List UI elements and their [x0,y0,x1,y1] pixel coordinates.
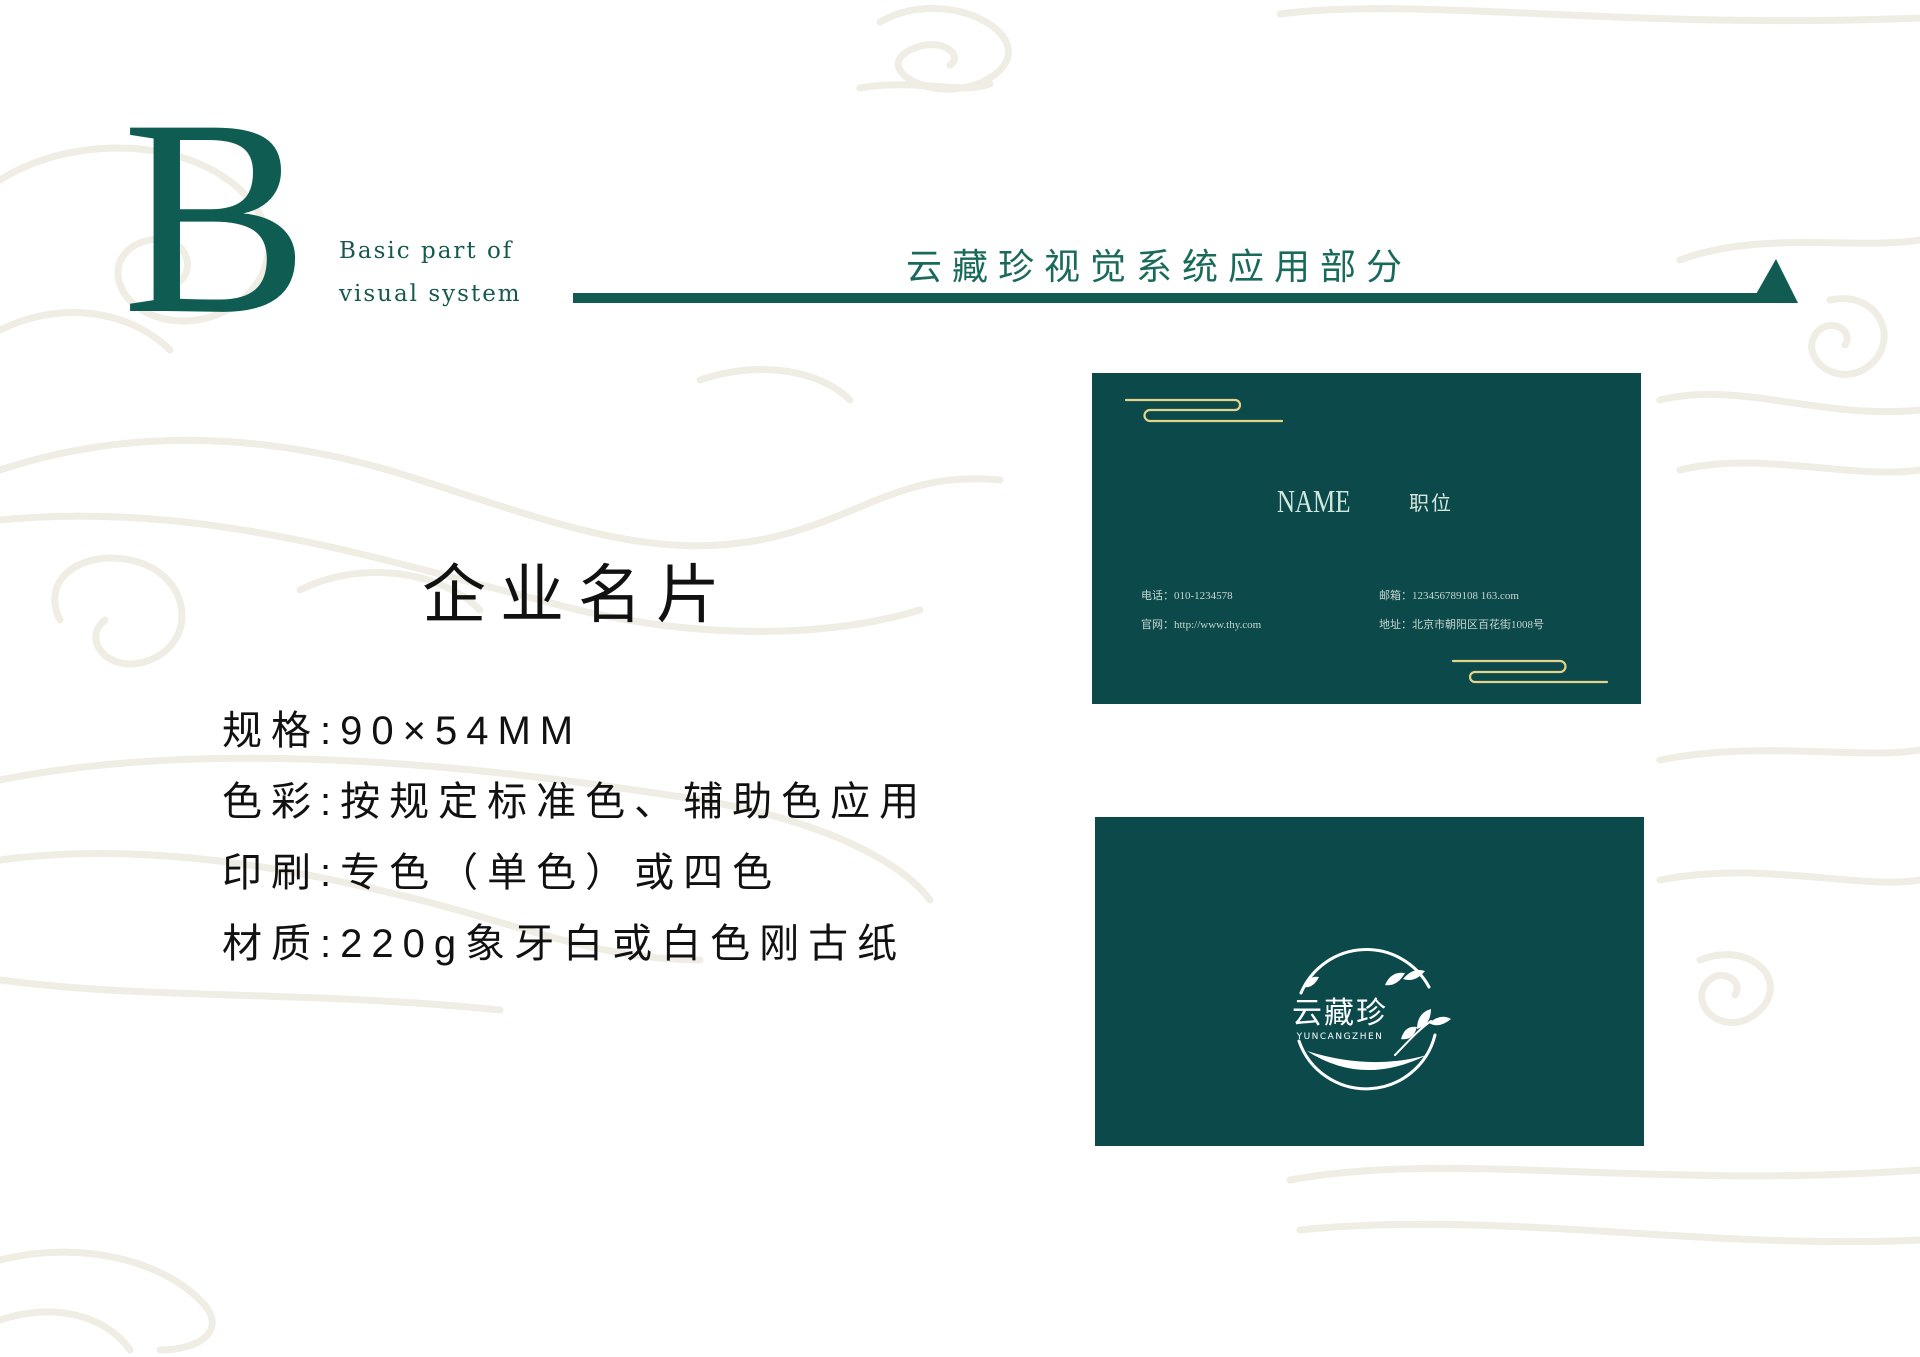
logo-english-name: YUNCANGZHEN [1296,1032,1384,1042]
leaf-icon [1429,1016,1451,1026]
section-letter: B [122,61,309,372]
header-rule [573,293,1763,303]
subtitle-line-2: visual system [339,281,522,307]
leaf-icon [1385,972,1405,986]
gold-line-decoration [1124,398,1609,684]
vi-manual-page: B Basic part of visual system 云藏珍视觉系统应用部… [0,0,1920,1357]
card-phone: 电话：010-1234578 [1141,590,1233,602]
logo-stem [1394,1020,1432,1056]
section-title: 云藏珍视觉系统应用部分 [906,247,1413,288]
card-website: 官网：http://www.thy.com [1141,619,1262,631]
logo-chinese-name: 云藏珍 [1292,996,1388,1031]
spec-printing: 印刷:专色（单色）或四色 [222,851,782,895]
spec-size: 规格:90×54MM [222,709,583,753]
spec-color: 色彩:按规定标准色、辅助色应用 [222,780,929,824]
business-card-front: NAME 职位 电话：010-1234578 官网：http://www.thy… [1092,373,1641,704]
triangle-marker-icon [1751,259,1798,303]
page-title: 企业名片 [422,559,734,633]
spec-material: 材质:220g象牙白或白色刚古纸 [222,922,907,966]
spec-list: 规格:90×54MM 色彩:按规定标准色、辅助色应用 印刷:专色（单色）或四色 … [222,696,928,980]
logo-top-arc [1299,948,1431,995]
card-email: 邮箱：123456789108 163.com [1379,590,1519,602]
business-card-back: 云藏珍 YUNCANGZHEN [1095,817,1644,1146]
logo-swoosh [1307,1051,1427,1071]
subtitle-line-1: Basic part of [339,238,514,264]
brand-logo: 云藏珍 YUNCANGZHEN [1292,948,1451,1091]
card-address: 地址：北京市朝阳区百花街1008号 [1379,619,1544,631]
card-position: 职位 [1409,491,1453,515]
card-name: NAME [1277,483,1351,519]
leaf-icon [1401,1026,1417,1040]
logo-bottom-arc [1297,1033,1437,1091]
